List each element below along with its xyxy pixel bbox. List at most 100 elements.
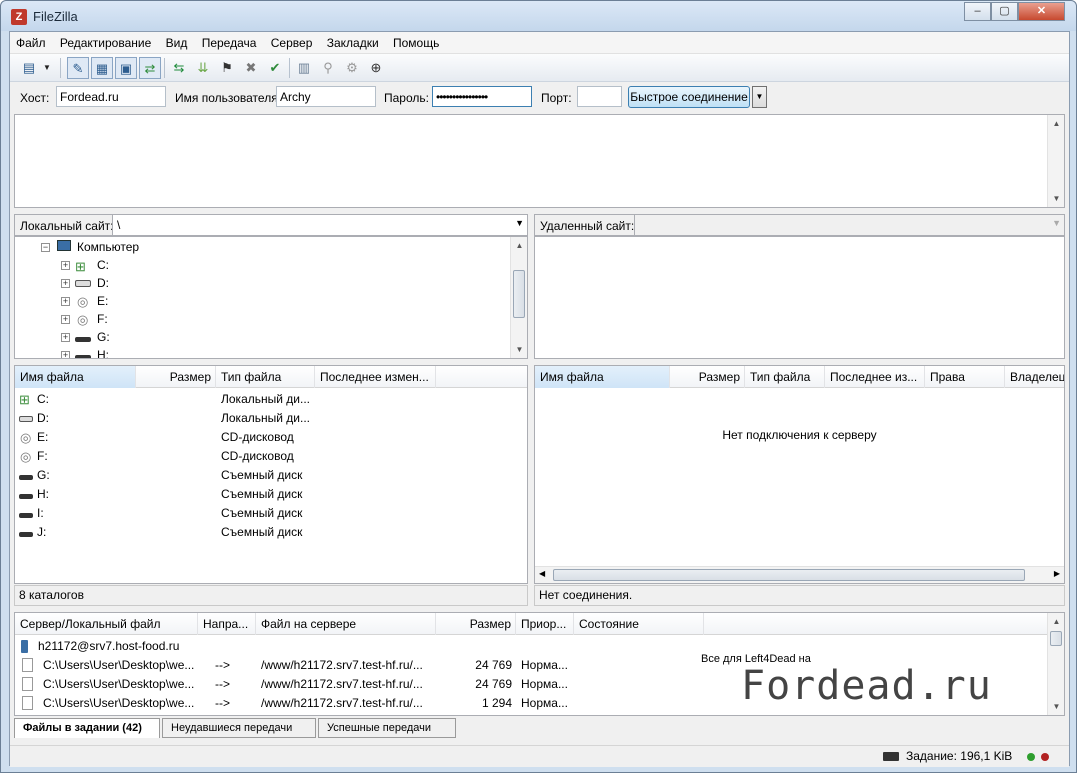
remote-path-field[interactable]: ▼ [634,214,1065,236]
message-log[interactable]: ▲ ▼ [14,114,1065,208]
site-manager-icon[interactable]: ▤ [18,57,40,79]
file-icon [22,658,33,672]
tab-failed-transfers[interactable]: Неудавшиеся передачи [162,718,316,738]
maximize-button[interactable]: ▢ [991,2,1018,21]
cancel-operation-icon[interactable]: ⚑ [216,57,238,79]
menu-server[interactable]: Сервер [265,32,318,50]
menu-help[interactable]: Помощь [387,32,444,50]
menu-bookmarks[interactable]: Закладки [321,32,384,50]
expand-icon[interactable]: + [61,333,70,342]
file-row[interactable]: D: Локальный ди... [15,409,512,428]
refresh-icon[interactable]: ⇆ [168,57,190,79]
search-remote-icon[interactable]: ⊕ [365,57,387,79]
file-type: Съемный диск [221,525,303,539]
scroll-left-icon[interactable]: ◀ [539,569,545,578]
column-remote-file[interactable]: Файл на сервере [256,613,436,635]
queue-size: 24 769 [475,677,512,691]
speed-limit-icon[interactable] [883,752,899,761]
scroll-thumb[interactable] [513,270,525,318]
quickconnect-bar: Хост: Имя пользователя Пароль: Порт: Быс… [10,82,1069,112]
process-queue-icon[interactable]: ⇊ [192,57,214,79]
column-status[interactable]: Состояние [574,613,704,635]
expand-icon[interactable]: + [61,351,70,358]
tab-successful-transfers[interactable]: Успешные передачи [318,718,456,738]
column-priority[interactable]: Приор... [516,613,574,635]
queue-direction: --> [215,658,230,672]
collapse-icon[interactable]: − [41,243,50,252]
quickconnect-history-icon[interactable]: ▼ [752,86,767,108]
tab-queued-files[interactable]: Файлы в задании (42) [14,718,160,738]
scroll-up-icon[interactable]: ▲ [511,237,527,254]
queue-scrollbar[interactable]: ▲ ▼ [1047,613,1064,715]
column-filename[interactable]: Имя файла [15,366,136,388]
synchronized-browsing-icon[interactable]: ⚙ [341,57,363,79]
scroll-right-icon[interactable]: ▶ [1054,569,1060,578]
local-path-dropdown-icon[interactable]: ▼ [515,218,524,228]
file-row[interactable]: J: Съемный диск [15,523,512,542]
file-row[interactable]: H: Съемный диск [15,485,512,504]
expand-icon[interactable]: + [61,297,70,306]
file-row[interactable]: ◎ F: CD-дисковод [15,447,512,466]
scroll-thumb[interactable] [1050,631,1062,646]
expand-icon[interactable]: + [61,315,70,324]
scroll-up-icon[interactable]: ▲ [1048,115,1065,132]
menu-transfer[interactable]: Передача [196,32,262,50]
file-row[interactable]: G: Съемный диск [15,466,512,485]
password-field[interactable] [432,86,532,107]
title-bar: Z FileZilla – ▢ ✕ [1,1,1076,31]
local-file-list[interactable]: Имя файла Размер Тип файла Последнее изм… [14,365,528,584]
menu-view[interactable]: Вид [160,32,193,50]
local-path-field[interactable]: \ ▼ [112,214,528,236]
file-row[interactable]: I: Съемный диск [15,504,512,523]
username-field[interactable] [276,86,376,107]
remote-directory-tree[interactable] [534,236,1065,359]
window-title: FileZilla [33,9,78,24]
file-row[interactable]: ◎ E: CD-дисковод [15,428,512,447]
site-manager-dropdown-icon[interactable]: ▼ [40,57,54,79]
remote-hscrollbar[interactable]: ◀ ▶ [535,566,1064,583]
scroll-down-icon[interactable]: ▼ [511,341,527,358]
column-size[interactable]: Размер [436,613,516,635]
file-row[interactable]: ⊞ C: Локальный ди... [15,390,512,409]
minimize-button[interactable]: – [964,2,991,21]
menu-edit[interactable]: Редактирование [54,32,156,50]
column-direction[interactable]: Напра... [198,613,256,635]
column-modified[interactable]: Последнее из... [825,366,925,388]
reconnect-icon[interactable]: ✔ [264,57,286,79]
toggle-local-tree-icon[interactable]: ▦ [91,57,113,79]
close-button[interactable]: ✕ [1018,2,1065,21]
local-directory-tree[interactable]: − Компьютер + ⊞ C: + D: + ◎ E: + ◎ F: + … [14,236,528,359]
column-size[interactable]: Размер [136,366,216,388]
toggle-remote-tree-icon[interactable]: ▣ [115,57,137,79]
host-field[interactable] [56,86,166,107]
directory-listing-filter-icon[interactable]: ▥ [293,57,315,79]
scroll-thumb[interactable] [553,569,1025,581]
column-type[interactable]: Тип файла [216,366,315,388]
port-label: Порт: [541,91,572,105]
expand-icon[interactable]: + [61,279,70,288]
menu-file[interactable]: Файл [10,32,51,50]
column-modified[interactable]: Последнее измен... [315,366,436,388]
remote-file-list[interactable]: Имя файла Размер Тип файла Последнее из.… [534,365,1065,584]
remote-path-dropdown-icon[interactable]: ▼ [1052,218,1061,228]
column-permissions[interactable]: Права [925,366,1005,388]
scroll-down-icon[interactable]: ▼ [1048,698,1064,715]
column-filename[interactable]: Имя файла [535,366,670,388]
compare-directories-icon[interactable]: ⚲ [317,57,339,79]
local-path-value: \ [117,218,121,232]
toggle-log-icon[interactable]: ✎ [67,57,89,79]
transfer-queue[interactable]: Сервер/Локальный файл Напра... Файл на с… [14,612,1065,716]
column-local-file[interactable]: Сервер/Локальный файл [15,613,198,635]
column-size[interactable]: Размер [670,366,745,388]
column-owner[interactable]: Владелец [1005,366,1064,388]
quickconnect-button[interactable]: Быстрое соединение [628,86,750,108]
disconnect-icon[interactable]: ✖ [240,57,262,79]
port-field[interactable] [577,86,622,107]
log-scrollbar[interactable]: ▲ ▼ [1047,115,1064,207]
expand-icon[interactable]: + [61,261,70,270]
tree-scrollbar[interactable]: ▲ ▼ [510,237,527,358]
scroll-up-icon[interactable]: ▲ [1048,613,1064,630]
scroll-down-icon[interactable]: ▼ [1048,190,1065,207]
column-type[interactable]: Тип файла [745,366,825,388]
toggle-queue-icon[interactable]: ⇄ [139,57,161,79]
